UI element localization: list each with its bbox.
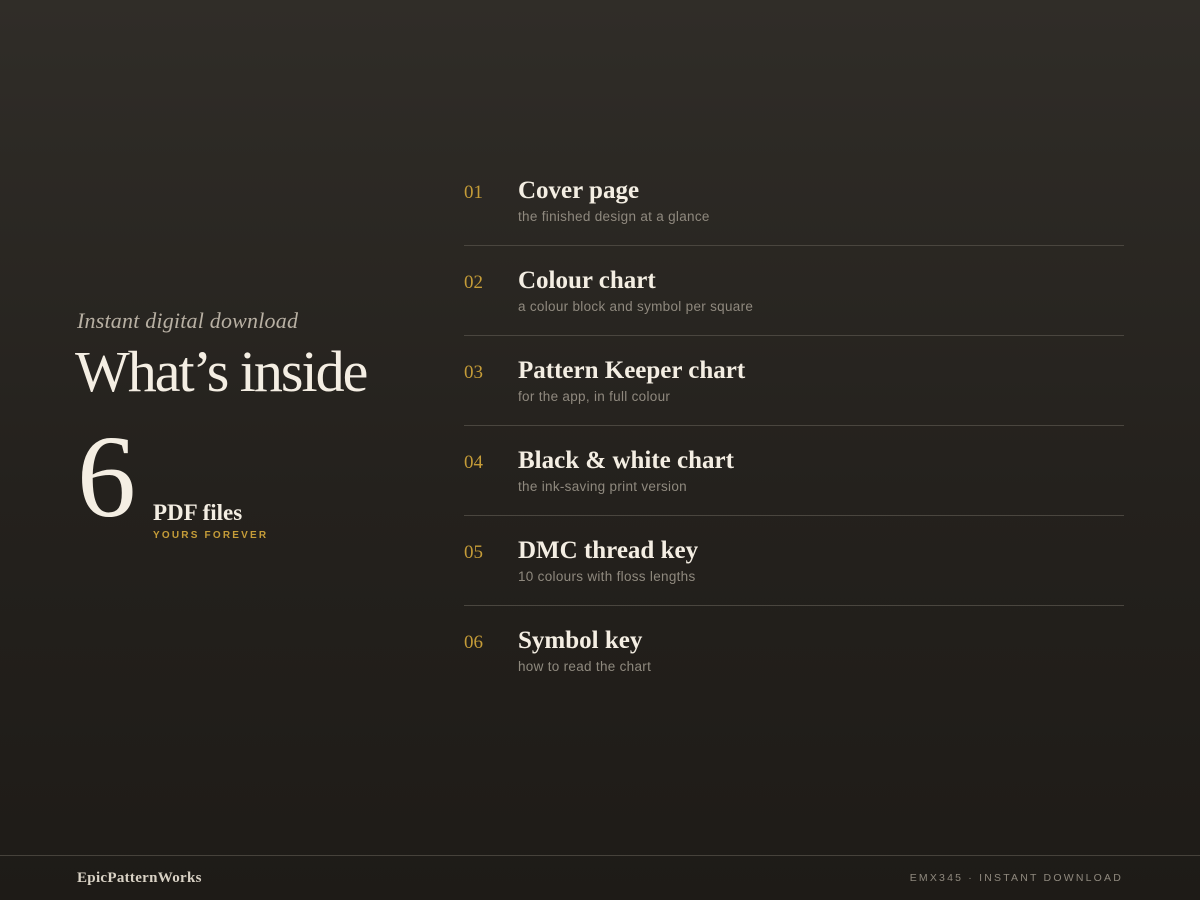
file-number: 03	[464, 362, 483, 383]
list-item: 05 DMC thread key 10 colours with floss …	[464, 516, 1124, 606]
footer: EpicPatternWorks EMX345 · INSTANT DOWNLO…	[0, 855, 1200, 900]
file-title: Colour chart	[518, 267, 656, 294]
file-title: Symbol key	[518, 627, 643, 654]
file-number: 01	[464, 182, 483, 203]
file-count-block: 6 PDF files YOURS FOREVER	[77, 411, 377, 552]
file-title: DMC thread key	[518, 537, 699, 564]
list-item: 04 Black & white chart the ink-saving pr…	[464, 426, 1124, 516]
file-list: 01 Cover page the finished design at a g…	[464, 156, 1124, 696]
file-count-number: 6	[77, 411, 136, 542]
intro-subtitle: Instant digital download	[77, 308, 299, 333]
file-description: 10 colours with floss lengths	[518, 569, 696, 584]
file-description: the finished design at a glance	[518, 209, 710, 224]
file-title: Cover page	[518, 177, 640, 204]
file-number: 02	[464, 272, 483, 293]
file-description: the ink-saving print version	[518, 479, 687, 494]
file-number: 04	[464, 452, 483, 473]
brand-name: EpicPatternWorks	[77, 870, 202, 886]
list-item: 01 Cover page the finished design at a g…	[464, 156, 1124, 246]
list-item: 03 Pattern Keeper chart for the app, in …	[464, 336, 1124, 426]
list-item: 02 Colour chart a colour block and symbo…	[464, 246, 1124, 336]
list-item: 06 Symbol key how to read the chart	[464, 606, 1124, 696]
product-code: EMX345 · INSTANT DOWNLOAD	[909, 872, 1123, 884]
file-count-label: PDF files	[153, 500, 243, 525]
page-title: What’s inside	[75, 339, 368, 404]
file-title: Pattern Keeper chart	[518, 357, 746, 384]
file-title: Black & white chart	[518, 447, 734, 474]
file-count-tag: YOURS FOREVER	[153, 530, 269, 541]
file-number: 05	[464, 542, 483, 563]
file-description: for the app, in full colour	[518, 389, 671, 404]
intro-section: Instant digital download What’s inside	[75, 308, 417, 404]
file-description: how to read the chart	[518, 659, 652, 674]
file-number: 06	[464, 632, 483, 653]
file-description: a colour block and symbol per square	[518, 299, 754, 314]
